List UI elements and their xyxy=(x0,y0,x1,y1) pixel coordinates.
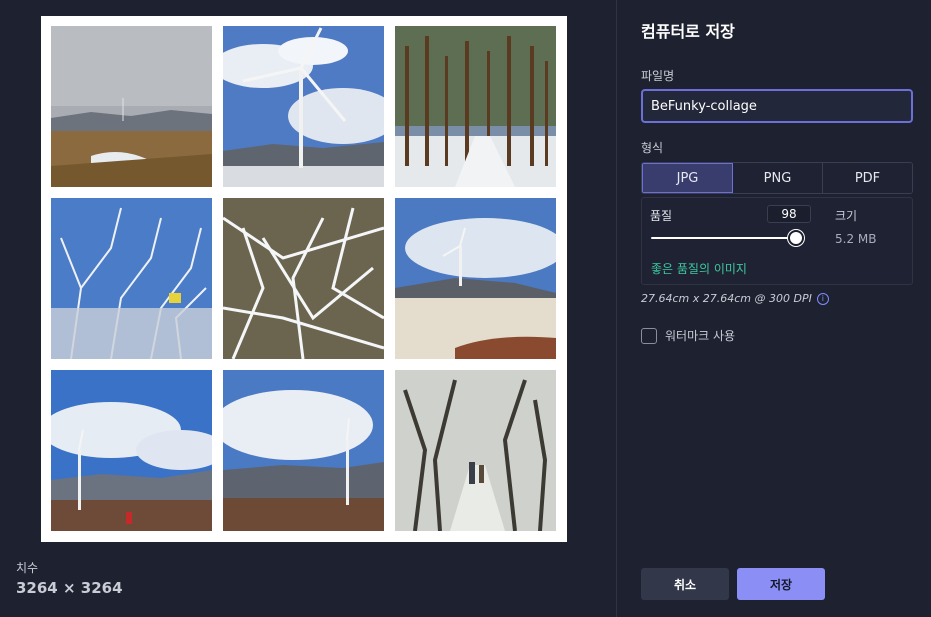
quality-note: 좋은 품질의 이미지 xyxy=(651,262,747,276)
collage-photo-4 xyxy=(51,198,212,359)
panel-title: 컴퓨터로 저장 xyxy=(641,22,735,41)
collage-photo-5 xyxy=(223,198,384,359)
collage-photo-2 xyxy=(223,26,384,187)
collage-photo-9 xyxy=(395,370,556,531)
watermark-option[interactable]: 워터마크 사용 xyxy=(641,327,735,344)
print-size-info: 27.64cm x 27.64cm @ 300 DPI i xyxy=(641,292,829,305)
collage-photo-3 xyxy=(395,26,556,187)
quality-section: 품질 98 크기 5.2 MB 좋은 품질의 이미지 xyxy=(641,197,913,285)
print-size-text: 27.64cm x 27.64cm @ 300 DPI xyxy=(641,292,812,305)
file-size-value: 5.2 MB xyxy=(835,232,877,246)
filename-input[interactable] xyxy=(641,89,913,123)
preview-pane: 치수 3264 × 3264 xyxy=(0,0,616,617)
save-panel: 컴퓨터로 저장 파일명 형식 JPG PNG PDF 품질 98 크기 5.2 … xyxy=(617,0,931,617)
dimensions-label: 치수 xyxy=(16,561,39,575)
filename-label: 파일명 xyxy=(641,69,675,83)
collage-photo-7 xyxy=(51,370,212,531)
dimensions-value: 3264 × 3264 xyxy=(16,579,123,597)
watermark-checkbox[interactable] xyxy=(641,327,657,344)
quality-label: 품질 xyxy=(650,209,673,223)
cancel-button[interactable]: 취소 xyxy=(641,568,729,600)
format-label: 형식 xyxy=(641,141,664,155)
file-size-label: 크기 xyxy=(835,209,858,223)
format-selector: JPG PNG PDF xyxy=(641,162,913,194)
collage-photo-8 xyxy=(223,370,384,531)
watermark-label: 워터마크 사용 xyxy=(665,329,736,343)
info-icon[interactable]: i xyxy=(816,292,829,305)
format-jpg-button[interactable]: JPG xyxy=(642,163,733,193)
collage-preview xyxy=(41,16,567,542)
quality-slider-track[interactable] xyxy=(651,237,799,239)
format-pdf-button[interactable]: PDF xyxy=(823,163,912,193)
quality-slider-thumb[interactable] xyxy=(788,230,805,246)
save-button[interactable]: 저장 xyxy=(737,568,825,600)
collage-photo-6 xyxy=(395,198,556,359)
format-png-button[interactable]: PNG xyxy=(733,163,823,193)
collage-photo-1 xyxy=(51,26,212,187)
quality-value-input[interactable]: 98 xyxy=(767,205,811,223)
